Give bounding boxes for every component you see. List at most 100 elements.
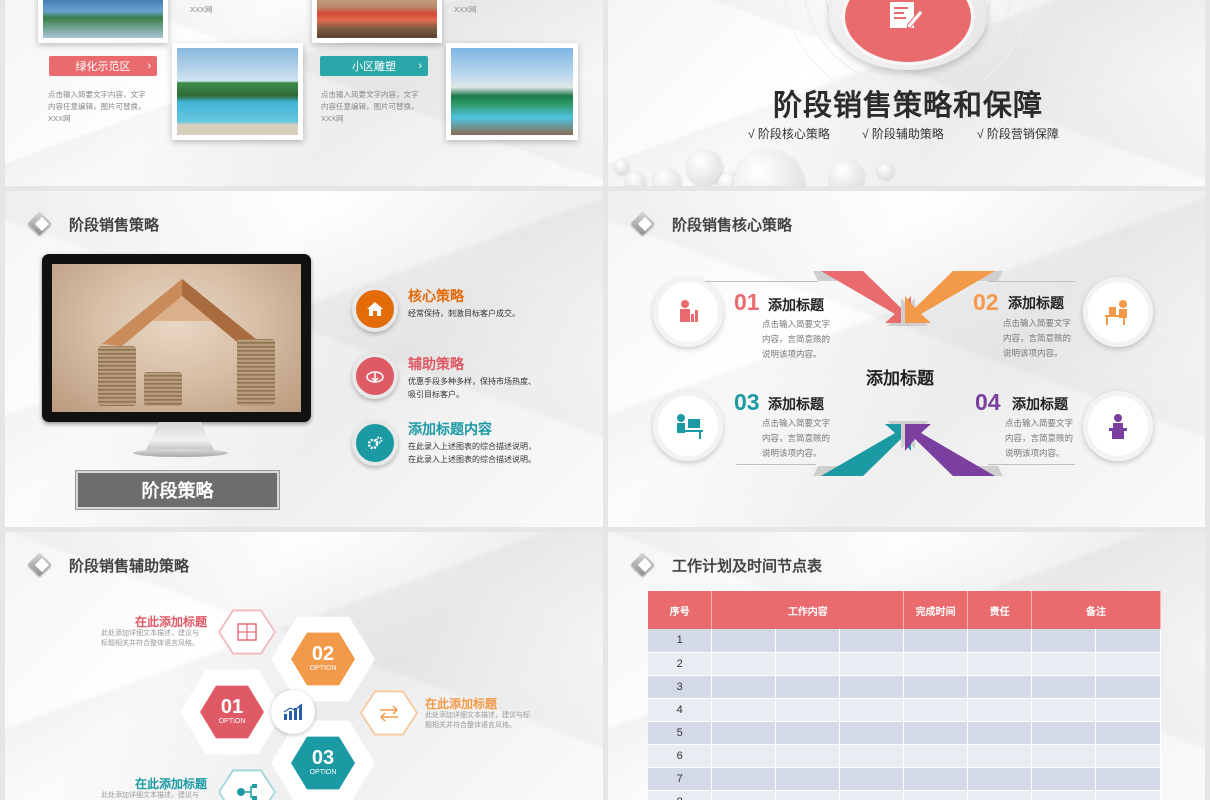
desc-line: 内容任意编辑，图片可替换， [48,102,146,111]
cell-empty[interactable] [839,675,905,699]
photo-pool-garden [172,43,303,140]
desc-line: 题相关并符合整体语言风格。 [425,722,516,729]
num-01: 01 [734,289,760,315]
monitor-screen-image [52,264,301,412]
cell-empty[interactable] [1031,652,1096,676]
desc-line: 说明该项内容。 [1005,448,1065,458]
cell-empty[interactable] [967,652,1033,676]
cell-empty[interactable] [839,744,905,768]
cell-empty[interactable] [1095,652,1161,676]
cell-empty[interactable] [711,790,777,800]
cell-index[interactable]: 3 [648,675,713,699]
cell-empty[interactable] [711,629,777,653]
cell-empty[interactable] [967,675,1033,699]
cell-empty[interactable] [967,790,1033,800]
cell-empty[interactable] [775,767,841,791]
monitor-stand [145,422,215,452]
cell-empty[interactable] [1031,767,1096,791]
cell-index[interactable]: 7 [648,767,713,791]
table-row: 6 [648,744,1161,768]
check-item-aux: √ 阶段辅助策略 [862,127,944,141]
text-partial-2: XXX网 [454,5,477,14]
cell-empty[interactable] [1095,629,1161,653]
gears-icon [352,420,398,466]
cell-empty[interactable] [775,652,841,676]
cell-empty[interactable] [1031,744,1096,768]
speaker-podium-icon [1109,414,1127,439]
slide-gallery: XXX网 XXX网 绿化示范区 › 点击输入简要文字内容，文字 内容任意编辑，图… [5,0,603,186]
cell-empty[interactable] [839,721,905,745]
cell-empty[interactable] [775,675,841,699]
cell-empty[interactable] [1095,675,1161,699]
cell-empty[interactable] [711,698,777,722]
cell-empty[interactable] [967,767,1033,791]
cell-empty[interactable] [839,790,905,800]
cell-empty[interactable] [711,744,777,768]
cell-empty[interactable] [1095,790,1161,800]
cell-empty[interactable] [903,698,969,722]
cell-index[interactable]: 5 [648,721,713,745]
desc-line: 点击输入简要文字 [1005,418,1074,428]
cell-empty[interactable] [903,767,969,791]
cell-empty[interactable] [711,652,777,676]
cell-empty[interactable] [711,675,777,699]
slide-title: 阶段销售辅助策略 [69,557,190,575]
cell-empty[interactable] [711,767,777,791]
cell-empty[interactable] [1095,721,1161,745]
desc-sculpture: 点击输入简要文字内容，文字 内容任意编辑，图片可替换， XXX网 [321,89,441,125]
cell-empty[interactable] [775,698,841,722]
cell-empty[interactable] [1095,767,1161,791]
cell-empty[interactable] [1031,629,1096,653]
tag-green-zone[interactable]: 绿化示范区 › [49,56,157,76]
cell-empty[interactable] [903,675,969,699]
desc-line: 内容，言简意赅的 [762,334,831,344]
cell-empty[interactable] [903,629,969,653]
strategy-title-aux: 辅助策略 [408,356,464,372]
cell-index[interactable]: 8 [648,790,713,800]
cell-index[interactable]: 1 [648,629,713,653]
cell-empty[interactable] [839,698,905,722]
tag-sculpture[interactable]: 小区雕塑 › [320,56,428,76]
cell-index[interactable]: 6 [648,744,713,768]
cell-empty[interactable] [1095,744,1161,768]
item-desc-01: 点击输入简要文字 内容，言简意赅的 说明该项内容。 [762,317,830,362]
cell-empty[interactable] [1031,698,1096,722]
cell-empty[interactable] [967,629,1033,653]
cell-empty[interactable] [1031,790,1096,800]
cell-empty[interactable] [711,721,777,745]
desc-line: 标题相关并符合整体语言风格。 [101,640,199,647]
table-row: 5 [648,721,1161,745]
desc-line: 说明该项内容。 [1003,348,1063,358]
cell-empty[interactable] [839,767,905,791]
cell-empty[interactable] [775,629,841,653]
cell-empty[interactable] [1095,698,1161,722]
item-desc-02: 点击输入简要文字 内容，言简意赅的 说明该项内容。 [1003,316,1071,361]
slide-header: 阶段销售辅助策略 [25,552,189,578]
growth-person-icon [680,300,698,322]
cell-empty[interactable] [967,698,1033,722]
cell-empty[interactable] [903,744,969,768]
table-row: 8 [648,790,1161,800]
cell-index[interactable]: 4 [648,698,713,722]
diamond-bullet-icon [628,213,658,235]
cell-empty[interactable] [967,744,1033,768]
cell-empty[interactable] [775,721,841,745]
cell-empty[interactable] [903,721,969,745]
cell-empty[interactable] [1031,675,1096,699]
cell-empty[interactable] [775,744,841,768]
cell-empty[interactable] [967,721,1033,745]
desc-line: 此处添加详细文本描述，建议与标 [425,712,530,719]
decor-bubble [878,163,894,179]
cell-empty[interactable] [839,629,905,653]
strategy-title-core: 核心策略 [408,288,464,304]
slide-header: 阶段销售核心策略 [628,211,792,237]
note-title-1: 在此添加标题 [135,615,208,629]
cell-empty[interactable] [839,652,905,676]
desc-line: 点击输入简要文字 [762,418,831,428]
cell-empty[interactable] [903,790,969,800]
cell-empty[interactable] [903,652,969,676]
table-row: 4 [648,698,1161,722]
cell-empty[interactable] [775,790,841,800]
cell-empty[interactable] [1031,721,1096,745]
cell-index[interactable]: 2 [648,652,713,676]
